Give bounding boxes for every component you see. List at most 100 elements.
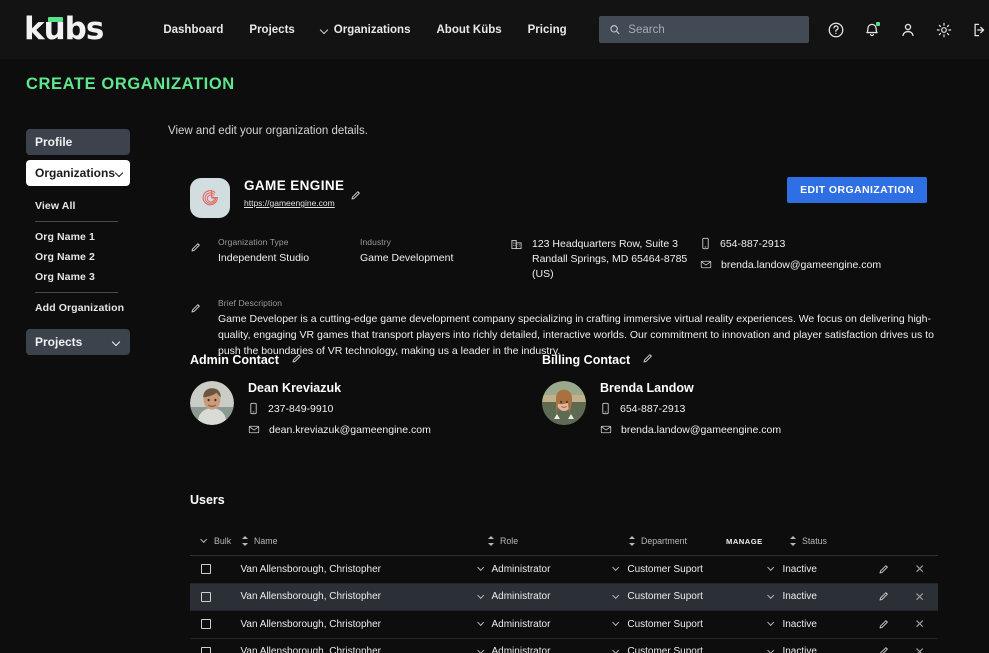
organization-type-value: Independent Studio — [218, 252, 310, 264]
row-department-cell[interactable]: Customer Suport — [613, 646, 706, 653]
help-circle-icon[interactable] — [827, 21, 845, 39]
nav-label: Organizations — [333, 23, 411, 36]
row-checkbox[interactable] — [201, 646, 211, 653]
row-delete-button[interactable]: ✕ — [901, 646, 938, 653]
column-header-label: Bulk — [214, 536, 232, 546]
row-status-cell[interactable]: Inactive — [768, 564, 864, 575]
nav-label: Pricing — [527, 23, 567, 36]
sidebar-subitem-org-1[interactable]: Org Name 1 — [35, 227, 130, 247]
main-content: View and edit your organization details.… — [168, 125, 958, 653]
sidebar-subitem-org-2[interactable]: Org Name 2 — [35, 247, 130, 267]
sort-arrows-icon — [488, 536, 495, 546]
logout-icon[interactable] — [971, 21, 989, 39]
bell-icon[interactable] — [863, 21, 881, 39]
row-role-value: Administrator — [491, 646, 551, 653]
table-row[interactable]: Van Allensborough, Christopher Administr… — [190, 583, 938, 611]
row-role-cell[interactable]: Administrator — [478, 564, 614, 575]
row-edit-button[interactable] — [865, 564, 902, 575]
pencil-icon — [879, 619, 888, 629]
row-status-cell[interactable]: Inactive — [768, 591, 864, 602]
search-box[interactable] — [598, 16, 809, 43]
column-header-department[interactable]: Department — [629, 536, 726, 546]
sidebar-subitem-view-all[interactable]: View All — [35, 196, 130, 216]
column-header-role[interactable]: Role — [488, 536, 629, 546]
address-line-2: Randall Springs, MD 65464-8785 — [532, 253, 688, 266]
sort-arrows-icon — [790, 536, 797, 546]
row-checkbox[interactable] — [201, 564, 211, 575]
industry-value: Game Development — [360, 252, 454, 264]
edit-details-pencil-icon[interactable] — [190, 237, 218, 283]
row-department-cell[interactable]: Customer Suport — [613, 564, 706, 575]
table-row[interactable]: Van Allensborough, Christopher Administr… — [190, 556, 938, 584]
table-row[interactable]: Van Allensborough, Christopher Administr… — [190, 639, 938, 653]
row-checkbox[interactable] — [201, 591, 211, 602]
address-line-1: 123 Headquarters Row, Suite 3 — [532, 238, 678, 250]
sidebar-item-label: Profile — [35, 135, 73, 149]
organization-name: GAME ENGINE — [244, 178, 345, 193]
billing-contact-avatar — [542, 381, 586, 425]
gear-icon[interactable] — [935, 21, 953, 39]
row-department-cell[interactable]: Customer Suport — [613, 619, 706, 630]
column-header-name[interactable]: Name — [242, 536, 488, 546]
column-header-label: Status — [802, 536, 827, 546]
avatar-photo-admin — [190, 381, 234, 425]
chevron-down-icon — [768, 593, 776, 601]
kubs-logo[interactable]: kubs — [24, 14, 104, 45]
row-edit-button[interactable] — [865, 591, 902, 602]
nav-item-pricing[interactable]: Pricing — [528, 24, 567, 36]
column-header-bulk[interactable]: Bulk — [190, 536, 242, 546]
row-delete-button[interactable]: ✕ — [901, 618, 938, 630]
column-header-manage: MANAGE — [726, 537, 790, 546]
nav-item-dashboard[interactable]: Dashboard — [163, 24, 223, 36]
edit-admin-contact-pencil-icon[interactable] — [291, 353, 302, 367]
edit-description-pencil-icon[interactable] — [190, 298, 218, 360]
row-department-cell[interactable]: Customer Suport — [613, 591, 706, 602]
admin-contact-email: dean.kreviazuk@gameengine.com — [248, 423, 431, 436]
organization-url-link[interactable]: https://gameengine.com — [244, 198, 335, 208]
row-edit-button[interactable] — [865, 646, 902, 653]
sort-arrows-icon — [242, 536, 249, 546]
nav-item-organizations[interactable]: Organizations — [321, 24, 411, 36]
sidebar-item-profile[interactable]: Profile — [26, 129, 130, 155]
chevron-down-icon — [613, 565, 621, 573]
page-subtitle: View and edit your organization details. — [168, 125, 368, 137]
row-status-cell[interactable]: Inactive — [768, 619, 864, 630]
billing-contact-title-text: Billing Contact — [542, 353, 631, 367]
organization-email: brenda.landow@gameengine.com — [700, 258, 920, 271]
column-header-status[interactable]: Status — [790, 536, 890, 546]
search-input[interactable] — [628, 23, 799, 36]
sidebar-subitem-org-3[interactable]: Org Name 3 — [35, 267, 130, 287]
row-bulk-cell — [190, 564, 241, 575]
envelope-icon — [700, 260, 712, 269]
page-title: CREATE ORGANIZATION — [26, 75, 235, 93]
pencil-icon — [879, 592, 888, 601]
row-delete-button[interactable]: ✕ — [901, 591, 938, 603]
edit-organization-name-pencil-icon[interactable] — [350, 188, 361, 206]
sidebar-divider — [35, 221, 118, 222]
admin-contact-phone: 237-849-9910 — [248, 402, 431, 415]
row-role-cell[interactable]: Administrator — [478, 619, 614, 630]
admin-contact-avatar — [190, 381, 234, 425]
nav-label: Projects — [249, 23, 295, 36]
close-icon: ✕ — [914, 644, 925, 653]
row-role-cell[interactable]: Administrator — [478, 591, 614, 602]
nav-item-about-kubs[interactable]: About Kübs — [436, 24, 501, 36]
row-role-cell[interactable]: Administrator — [478, 646, 614, 653]
row-name-cell: Van Allensborough, Christopher — [240, 591, 381, 603]
sidebar-item-organizations[interactable]: Organizations — [26, 160, 130, 186]
row-checkbox[interactable] — [201, 619, 211, 630]
industry-field: Industry Game Development — [360, 237, 510, 283]
row-status-cell[interactable]: Inactive — [768, 646, 864, 653]
edit-organization-button[interactable]: EDIT ORGANIZATION — [787, 177, 927, 203]
sort-arrows-icon — [629, 536, 636, 546]
nav-item-projects[interactable]: Projects — [249, 24, 294, 36]
row-edit-button[interactable] — [865, 619, 902, 630]
user-icon[interactable] — [899, 21, 917, 39]
edit-billing-contact-pencil-icon[interactable] — [642, 353, 653, 367]
sidebar-item-projects[interactable]: Projects — [26, 329, 130, 355]
sidebar-subitem-add-organization[interactable]: Add Organization — [35, 298, 130, 318]
main-nav: Dashboard Projects Organizations About K… — [163, 24, 566, 36]
table-row[interactable]: Van Allensborough, Christopher Administr… — [190, 611, 938, 639]
row-delete-button[interactable]: ✕ — [901, 563, 938, 575]
pencil-icon — [879, 564, 888, 574]
